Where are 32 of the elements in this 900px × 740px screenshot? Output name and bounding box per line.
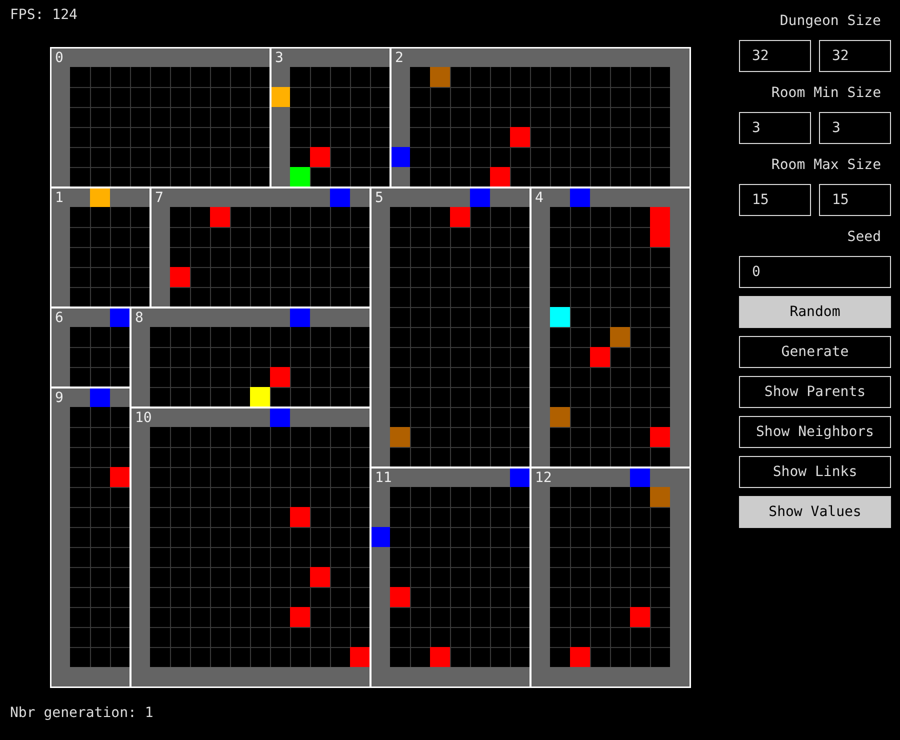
input-field[interactable]: 32 <box>739 40 811 72</box>
room-number: 2 <box>395 50 404 66</box>
field-label: Room Min Size <box>771 84 881 102</box>
input-field[interactable]: 32 <box>819 40 891 72</box>
toggle-button[interactable]: Show Links <box>739 456 891 488</box>
toggle-button[interactable]: Show Values <box>739 496 891 528</box>
input-field[interactable]: 0 <box>739 256 891 288</box>
field-label: Seed <box>847 228 881 246</box>
field-label: Room Max Size <box>771 156 881 174</box>
toggle-button[interactable]: Show Parents <box>739 376 891 408</box>
input-field[interactable]: 3 <box>819 112 891 144</box>
room-number: 5 <box>375 190 384 206</box>
fps-counter: FPS: 124 <box>10 7 78 23</box>
room-number: 3 <box>275 50 284 66</box>
input-field[interactable]: 15 <box>739 184 811 216</box>
room-number: 9 <box>55 390 64 406</box>
room-number: 6 <box>55 310 64 326</box>
room-number: 0 <box>55 50 64 66</box>
room-number: 7 <box>155 190 164 206</box>
room-number: 10 <box>135 410 152 426</box>
room-number: 8 <box>135 310 144 326</box>
field-label: Dungeon Size <box>780 12 881 30</box>
room-number: 12 <box>535 470 552 486</box>
room-number: 4 <box>535 190 544 206</box>
room-number: 1 <box>55 190 64 206</box>
toggle-button[interactable]: Show Neighbors <box>739 416 891 448</box>
toggle-button[interactable]: Random <box>739 296 891 328</box>
input-field[interactable]: 3 <box>739 112 811 144</box>
input-field[interactable]: 15 <box>819 184 891 216</box>
room-number: 11 <box>375 470 392 486</box>
status-text: Nbr generation: 1 <box>10 705 154 721</box>
toggle-button[interactable]: Generate <box>739 336 891 368</box>
